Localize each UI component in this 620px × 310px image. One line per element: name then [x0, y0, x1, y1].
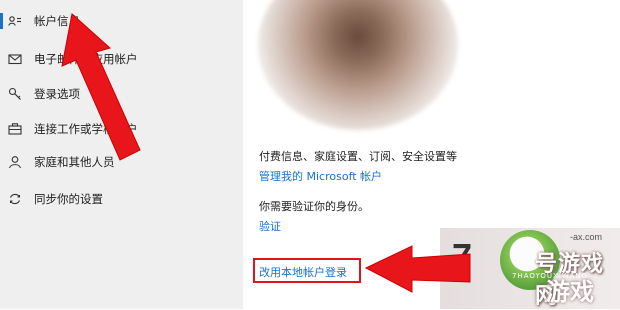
sidebar-item-label: 帐户信息 [34, 14, 80, 28]
sidebar-item-account-info[interactable]: 帐户信息 [0, 6, 243, 36]
sidebar-item-email-accounts[interactable]: 电子邮件和应用帐户 [0, 44, 243, 74]
avatar [258, 0, 458, 130]
sidebar-item-sign-in-options[interactable]: 登录选项 [0, 79, 243, 109]
sidebar-item-label: 电子邮件和应用帐户 [34, 52, 138, 66]
sidebar-item-label: 同步你的设置 [34, 192, 103, 206]
sidebar-item-label: 连接工作或学校帐户 [34, 122, 138, 136]
watermark-number: 7 [452, 236, 473, 277]
briefcase-icon [8, 122, 22, 136]
mail-icon [8, 52, 22, 66]
sidebar-item-sync[interactable]: 同步你的设置 [0, 184, 243, 214]
manage-microsoft-account-link[interactable]: 管理我的 Microsoft 帐户 [259, 168, 382, 184]
verify-identity-text: 你需要验证你的身份。 [259, 200, 369, 213]
settings-description: 付费信息、家庭设置、订阅、安全设置等 [259, 150, 457, 163]
highlight-box [253, 258, 361, 283]
sidebar-item-work-school[interactable]: 连接工作或学校帐户 [0, 114, 243, 144]
sidebar-item-family[interactable]: 家庭和其他人员 [0, 147, 243, 177]
watermark-youxi: 游戏 [546, 278, 594, 306]
sidebar-item-label: 登录选项 [34, 87, 80, 101]
sidebar-item-label: 家庭和其他人员 [34, 155, 115, 169]
key-icon [8, 87, 22, 101]
verify-link[interactable]: 验证 [259, 218, 281, 234]
sync-icon [8, 192, 22, 206]
person-card-icon [8, 14, 22, 28]
person-icon [8, 155, 22, 169]
settings-sidebar: 帐户信息 电子邮件和应用帐户 登录选项 连接工作或学校帐户 家庭和其他人员 同步… [0, 0, 243, 309]
watermark-url: -ax.com [570, 232, 603, 242]
